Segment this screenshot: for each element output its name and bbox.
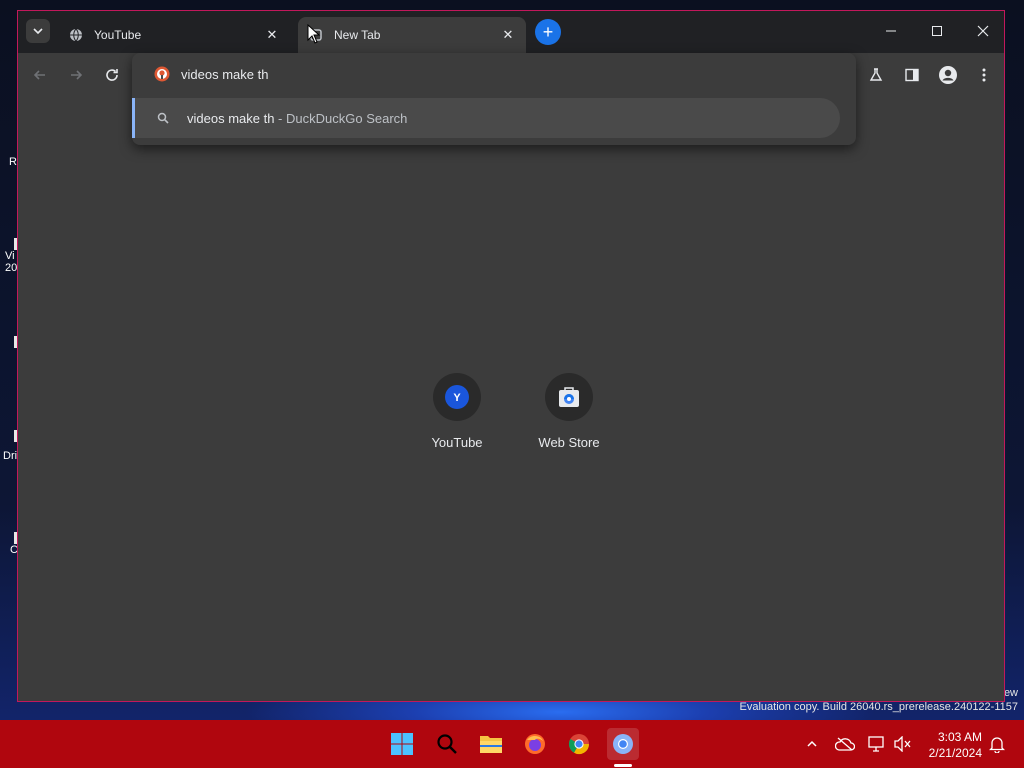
desktop-icon-label: R	[9, 156, 17, 168]
back-button[interactable]	[26, 61, 54, 89]
firefox-icon	[525, 734, 545, 754]
shortcut-label: Web Store	[538, 435, 600, 450]
mouse-cursor-icon	[307, 24, 321, 44]
show-hidden-icons-button[interactable]	[797, 728, 827, 760]
close-window-button[interactable]	[960, 11, 1006, 51]
close-icon	[977, 25, 989, 37]
minimize-icon	[886, 30, 896, 32]
file-explorer-button[interactable]	[475, 728, 507, 760]
taskbar-search-button[interactable]	[431, 728, 463, 760]
shortcut-tile: Y	[433, 373, 481, 421]
omnibox-input[interactable]	[181, 66, 781, 82]
reload-icon	[106, 69, 118, 81]
shortcut-web-store[interactable]: Web Store	[521, 373, 617, 450]
search-icon	[155, 110, 171, 126]
close-icon[interactable]: ✕	[500, 27, 516, 43]
tab-strip: YouTube ✕ New Tab ✕ +	[18, 11, 1004, 53]
active-app-indicator	[614, 764, 632, 767]
suggestion-query: videos make th	[187, 110, 275, 126]
close-icon[interactable]: ✕	[264, 27, 280, 43]
taskbar: 3:03 AM 2/21/2024	[0, 720, 1024, 768]
tab-youtube[interactable]: YouTube ✕	[58, 17, 290, 53]
tab-new-tab[interactable]: New Tab ✕	[298, 17, 526, 53]
youtube-letter-icon: Y	[445, 385, 469, 409]
globe-icon	[68, 27, 84, 43]
chevron-up-icon	[807, 740, 817, 747]
volume-button[interactable]	[888, 728, 918, 760]
volume-muted-icon	[894, 736, 911, 752]
tab-search-button[interactable]	[26, 19, 50, 43]
web-store-icon	[559, 387, 579, 407]
firefox-button[interactable]	[519, 728, 551, 760]
clock-time: 3:03 AM	[937, 730, 982, 744]
minimize-button[interactable]	[868, 11, 914, 51]
suggestion-separator: -	[274, 110, 286, 126]
folder-icon	[480, 736, 502, 753]
chrome-dev-button[interactable]	[607, 728, 639, 760]
watermark-line: Evaluation copy. Build 26040.rs_prerelea…	[739, 701, 1018, 713]
new-tab-button[interactable]: +	[535, 19, 561, 45]
duckduckgo-icon	[154, 66, 170, 82]
shortcut-youtube[interactable]: Y YouTube	[409, 373, 505, 450]
shortcut-tile	[545, 373, 593, 421]
browser-window: YouTube ✕ New Tab ✕ + videos make th vid…	[17, 10, 1005, 702]
side-panel-button[interactable]	[898, 61, 926, 89]
reload-button[interactable]	[98, 61, 126, 89]
chevron-down-icon	[33, 28, 43, 35]
tab-title: New Tab	[334, 28, 381, 42]
svg-text:Y: Y	[453, 392, 461, 404]
notifications-button[interactable]	[984, 728, 1010, 760]
omnibox-suggestion[interactable]: videos make th - DuckDuckGo Search	[132, 98, 840, 138]
side-panel-icon	[905, 68, 919, 82]
search-icon	[437, 734, 457, 754]
profile-button[interactable]	[934, 61, 962, 89]
network-icon	[868, 736, 884, 752]
forward-button[interactable]	[62, 61, 90, 89]
start-button[interactable]	[386, 728, 418, 760]
maximize-button[interactable]	[914, 11, 960, 51]
chrome-button[interactable]	[563, 728, 595, 760]
avatar-icon	[939, 66, 957, 84]
tab-title: YouTube	[94, 28, 142, 42]
cloud-off-icon	[835, 737, 855, 751]
address-bar[interactable]	[132, 53, 856, 95]
maximize-icon	[932, 26, 942, 36]
more-vert-icon	[982, 68, 986, 82]
taskbar-clock[interactable]: 3:03 AM 2/21/2024	[929, 729, 982, 761]
onedrive-button[interactable]	[830, 728, 860, 760]
plus-icon: +	[542, 22, 554, 42]
suggestion-provider: DuckDuckGo Search	[286, 110, 408, 126]
shortcut-label: YouTube	[431, 435, 483, 450]
chrome-icon	[568, 734, 590, 755]
arrow-right-icon	[71, 70, 83, 80]
arrow-left-icon	[33, 70, 45, 80]
clock-date: 2/21/2024	[928, 746, 982, 760]
omnibox-popup: videos make th - DuckDuckGo Search	[132, 53, 856, 145]
labs-button[interactable]	[862, 61, 890, 89]
menu-button[interactable]	[970, 61, 998, 89]
windows-logo-icon	[391, 733, 413, 755]
bell-icon	[989, 737, 1005, 753]
chrome-dev-icon	[613, 734, 633, 754]
flask-icon	[869, 68, 883, 81]
